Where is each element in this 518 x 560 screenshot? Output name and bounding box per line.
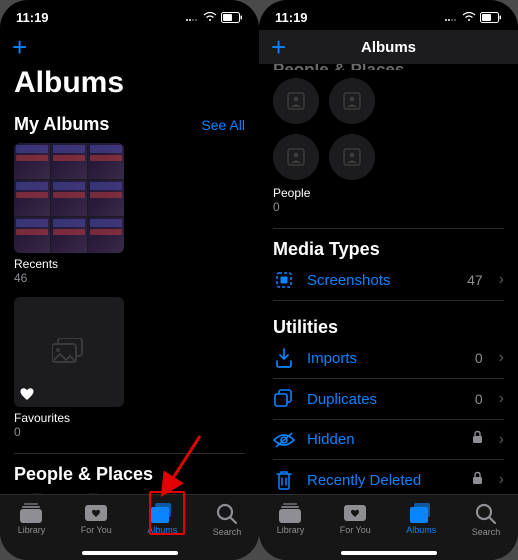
people-places-title: People & Places bbox=[14, 464, 245, 485]
recents-label: Recents bbox=[14, 257, 245, 271]
favourites-count: 0 bbox=[14, 425, 245, 439]
lock-icon bbox=[472, 430, 483, 449]
tab-library[interactable]: Library bbox=[18, 503, 46, 535]
tab-for-you-label: For You bbox=[81, 525, 112, 535]
imports-label: Imports bbox=[307, 350, 463, 367]
chevron-right-icon: › bbox=[499, 271, 504, 289]
people-circle[interactable] bbox=[273, 134, 319, 180]
library-icon bbox=[20, 503, 42, 523]
person-icon bbox=[286, 147, 306, 167]
tab-search-label: Search bbox=[213, 527, 242, 537]
nav-bar: + bbox=[0, 30, 259, 64]
home-indicator[interactable] bbox=[341, 551, 437, 555]
battery-icon bbox=[221, 12, 243, 23]
tab-library[interactable]: Library bbox=[277, 503, 305, 535]
trash-icon bbox=[273, 470, 295, 490]
photos-placeholder-icon bbox=[52, 338, 86, 366]
chevron-right-icon: › bbox=[499, 471, 504, 489]
hidden-label: Hidden bbox=[307, 431, 460, 448]
for-you-icon bbox=[344, 503, 366, 523]
utilities-title: Utilities bbox=[273, 317, 504, 338]
people-count: 0 bbox=[273, 200, 504, 214]
my-albums-title: My Albums bbox=[14, 114, 109, 135]
media-types-title: Media Types bbox=[273, 239, 504, 260]
duplicates-count: 0 bbox=[475, 391, 483, 407]
duplicates-label: Duplicates bbox=[307, 391, 463, 408]
tab-search[interactable]: Search bbox=[213, 503, 242, 537]
tab-albums[interactable]: Albums bbox=[406, 503, 436, 535]
phone-left: 11:19 + Albums My Albums See All bbox=[0, 0, 259, 560]
page-title: Albums bbox=[14, 66, 245, 100]
list-item-duplicates[interactable]: Duplicates 0 › bbox=[273, 379, 504, 420]
tab-for-you-label: For You bbox=[340, 525, 371, 535]
albums-icon bbox=[410, 503, 432, 523]
status-bar: 11:19 bbox=[259, 0, 518, 30]
hidden-icon bbox=[273, 432, 295, 448]
tab-albums-label: Albums bbox=[406, 525, 436, 535]
heart-icon bbox=[20, 388, 34, 401]
favourites-album[interactable] bbox=[14, 297, 124, 407]
signal-icon bbox=[444, 12, 458, 22]
search-icon bbox=[475, 503, 497, 525]
favourites-label: Favourites bbox=[14, 411, 245, 425]
chevron-right-icon: › bbox=[499, 390, 504, 408]
import-icon bbox=[273, 348, 295, 368]
list-item-imports[interactable]: Imports 0 › bbox=[273, 338, 504, 379]
people-circle[interactable] bbox=[329, 78, 375, 124]
status-time: 11:19 bbox=[16, 10, 49, 25]
home-indicator[interactable] bbox=[82, 551, 178, 555]
phone-right: 11:19 + Albums People & Places People 0 … bbox=[259, 0, 518, 560]
status-icons bbox=[444, 12, 502, 23]
status-icons bbox=[185, 12, 243, 23]
people-circle[interactable] bbox=[329, 134, 375, 180]
screenshots-label: Screenshots bbox=[307, 272, 455, 289]
tab-albums[interactable]: Albums bbox=[147, 503, 177, 535]
chevron-right-icon: › bbox=[499, 349, 504, 367]
wifi-icon bbox=[203, 12, 217, 22]
nav-title: Albums bbox=[361, 39, 416, 56]
tab-albums-label: Albums bbox=[147, 525, 177, 535]
person-icon bbox=[286, 91, 306, 111]
chevron-right-icon: › bbox=[499, 431, 504, 449]
people-circle[interactable] bbox=[273, 78, 319, 124]
albums-icon bbox=[151, 503, 173, 523]
wifi-icon bbox=[462, 12, 476, 22]
add-button[interactable]: + bbox=[271, 34, 286, 60]
for-you-icon bbox=[85, 503, 107, 523]
signal-icon bbox=[185, 12, 199, 22]
people-label: People bbox=[273, 186, 504, 200]
status-time: 11:19 bbox=[275, 10, 308, 25]
add-button[interactable]: + bbox=[12, 34, 27, 60]
list-item-screenshots[interactable]: Screenshots 47 › bbox=[273, 260, 504, 301]
tab-library-label: Library bbox=[277, 525, 305, 535]
lock-icon bbox=[472, 471, 483, 490]
search-icon bbox=[216, 503, 238, 525]
tab-search[interactable]: Search bbox=[472, 503, 501, 537]
tab-library-label: Library bbox=[18, 525, 46, 535]
person-icon bbox=[342, 91, 362, 111]
duplicates-icon bbox=[273, 389, 295, 409]
person-icon bbox=[342, 147, 362, 167]
battery-icon bbox=[480, 12, 502, 23]
recents-count: 46 bbox=[14, 271, 245, 285]
screenshots-count: 47 bbox=[467, 272, 483, 288]
tab-search-label: Search bbox=[472, 527, 501, 537]
tab-for-you[interactable]: For You bbox=[81, 503, 112, 535]
tab-for-you[interactable]: For You bbox=[340, 503, 371, 535]
people-grid[interactable] bbox=[273, 78, 383, 180]
nav-bar: + Albums bbox=[259, 30, 518, 64]
see-all-link[interactable]: See All bbox=[201, 117, 245, 133]
recently-deleted-label: Recently Deleted bbox=[307, 472, 460, 489]
list-item-hidden[interactable]: Hidden › bbox=[273, 420, 504, 460]
imports-count: 0 bbox=[475, 350, 483, 366]
status-bar: 11:19 bbox=[0, 0, 259, 30]
recents-album[interactable] bbox=[14, 143, 124, 253]
library-icon bbox=[279, 503, 301, 523]
screenshots-icon bbox=[273, 270, 295, 290]
